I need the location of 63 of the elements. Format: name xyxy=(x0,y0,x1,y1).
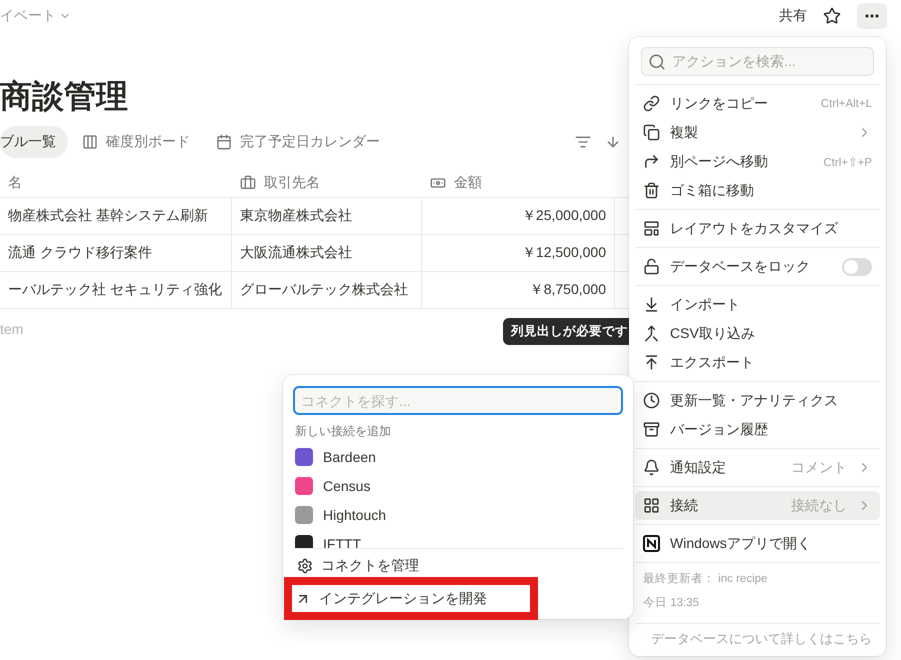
menu-item[interactable]: 通知設定 コメント xyxy=(635,453,880,482)
table-cell: ￥8,750,000 xyxy=(422,272,615,309)
menu-item[interactable]: 更新一覧・アナリティクス xyxy=(635,386,880,415)
integration-item[interactable]: Census xyxy=(293,471,623,500)
upload-icon xyxy=(643,354,660,371)
trash-icon xyxy=(643,182,660,199)
sort-icon[interactable] xyxy=(605,134,621,150)
filter-icon[interactable] xyxy=(575,134,591,150)
search-icon xyxy=(648,52,666,70)
table-cell: ￥25,000,000 xyxy=(422,198,615,235)
menu-item[interactable]: 接続 接続なし xyxy=(635,491,880,520)
share-link[interactable]: 共有 xyxy=(779,7,807,25)
more-icon xyxy=(865,14,879,18)
column-header[interactable]: 金額 xyxy=(422,168,615,198)
section-heading: 新しい接続を追加 xyxy=(295,423,392,440)
table-cell: 流通 クラウド移行案件 xyxy=(0,235,232,272)
page-title: 商談管理 xyxy=(0,77,128,116)
menu-item[interactable]: レイアウトをカスタマイズ xyxy=(635,214,880,243)
view-tab[interactable]: 完了予定日カレンダー xyxy=(216,126,392,158)
column-header[interactable]: 名 xyxy=(0,168,232,198)
menu-item[interactable]: CSV取り込み xyxy=(635,319,880,348)
edited-time: 今日 13:35 xyxy=(642,596,700,611)
table-cell: 物産株式会社 基幹システム刷新 xyxy=(0,198,232,235)
menu-item[interactable]: エクスポート xyxy=(635,348,880,377)
table-cell: ーバルテック社 セキュリティ強化 xyxy=(0,272,232,309)
star-icon xyxy=(823,7,841,25)
action-item[interactable]: インテグレーションを開発 xyxy=(291,584,531,613)
bell-icon xyxy=(643,459,660,476)
grid-icon xyxy=(643,497,660,514)
calendar-icon xyxy=(216,134,232,150)
menu-item[interactable]: Windowsアプリで開く xyxy=(635,529,880,558)
redirect-arrow-icon xyxy=(643,153,660,170)
unlock-icon xyxy=(643,258,660,275)
briefcase-icon xyxy=(240,174,256,190)
table-cell: 東京物産株式会社 xyxy=(232,198,422,235)
table-cell: ￥12,500,000 xyxy=(422,235,615,272)
more-button[interactable] xyxy=(857,3,887,29)
settings-icon xyxy=(297,558,313,574)
menu-item[interactable]: ゴミ箱に移動 xyxy=(635,176,880,205)
menu-item[interactable]: リンクをコピー Ctrl+Alt+L xyxy=(635,89,880,118)
view-tab[interactable]: 確度別ボード xyxy=(82,126,202,158)
link-icon xyxy=(643,95,660,112)
board-icon xyxy=(82,134,98,150)
integration-item[interactable]: Hightouch xyxy=(293,500,623,529)
merge-icon xyxy=(643,325,660,342)
layout-icon xyxy=(643,220,660,237)
last-edited-text: 最終更新者： inc recipe xyxy=(642,571,768,587)
integration-item[interactable]: Bardeen xyxy=(293,442,623,471)
archive-icon xyxy=(643,421,660,438)
table-cell: グローバルテック株式会社 xyxy=(232,272,422,309)
search-field[interactable]: コネクトを探す... xyxy=(293,386,623,415)
app-logo-icon xyxy=(643,535,660,552)
table-cell: 大阪流通株式会社 xyxy=(232,235,422,272)
menu-item[interactable]: データベースをロック xyxy=(635,252,880,281)
menu-item[interactable]: バージョン履歴 xyxy=(635,415,880,444)
download-icon xyxy=(643,296,660,313)
column-header[interactable]: 取引先名 xyxy=(232,168,422,198)
menu-item[interactable]: 別ページへ移動 Ctrl+⇧+P xyxy=(635,147,880,176)
clock-icon xyxy=(643,392,660,409)
copy-icon xyxy=(643,124,660,141)
menu-item[interactable]: インポート xyxy=(635,290,880,319)
menu-item[interactable]: 複製 xyxy=(635,118,880,147)
view-tab[interactable]: ブル一覧 xyxy=(0,126,68,158)
